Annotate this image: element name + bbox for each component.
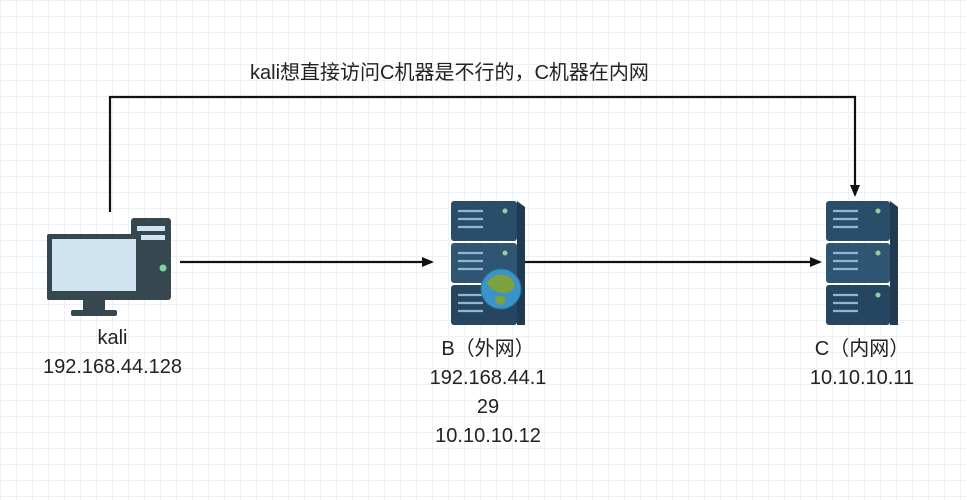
node-b: B（外网） 192.168.44.1 29 10.10.10.12 (438, 197, 538, 451)
workstation-icon (43, 210, 183, 318)
node-c-labels: C（内网） 10.10.10.11 (810, 335, 914, 393)
node-c: C（内网） 10.10.10.11 (812, 197, 912, 393)
diagram-title: kali想直接访问C机器是不行的，C机器在内网 (250, 56, 649, 85)
server-globe-icon (443, 197, 533, 329)
node-b-labels: B（外网） 192.168.44.1 29 10.10.10.12 (430, 335, 547, 451)
kali-ip: 192.168.44.128 (43, 353, 182, 382)
arrow-kali-to-c-blocked (110, 97, 855, 212)
b-ip2: 29 (430, 393, 547, 422)
node-kali: kali 192.168.44.128 (40, 210, 185, 382)
c-ip: 10.10.10.11 (810, 364, 914, 393)
server-icon (820, 197, 904, 329)
title-text: kali想直接访问C机器是不行的，C机器在内网 (250, 62, 649, 84)
node-kali-labels: kali 192.168.44.128 (43, 324, 182, 382)
c-label: C（内网） (810, 335, 914, 364)
kali-label: kali (43, 324, 182, 353)
b-ip1: 192.168.44.1 (430, 364, 547, 393)
b-label: B（外网） (430, 335, 547, 364)
b-ip3: 10.10.10.12 (430, 422, 547, 451)
